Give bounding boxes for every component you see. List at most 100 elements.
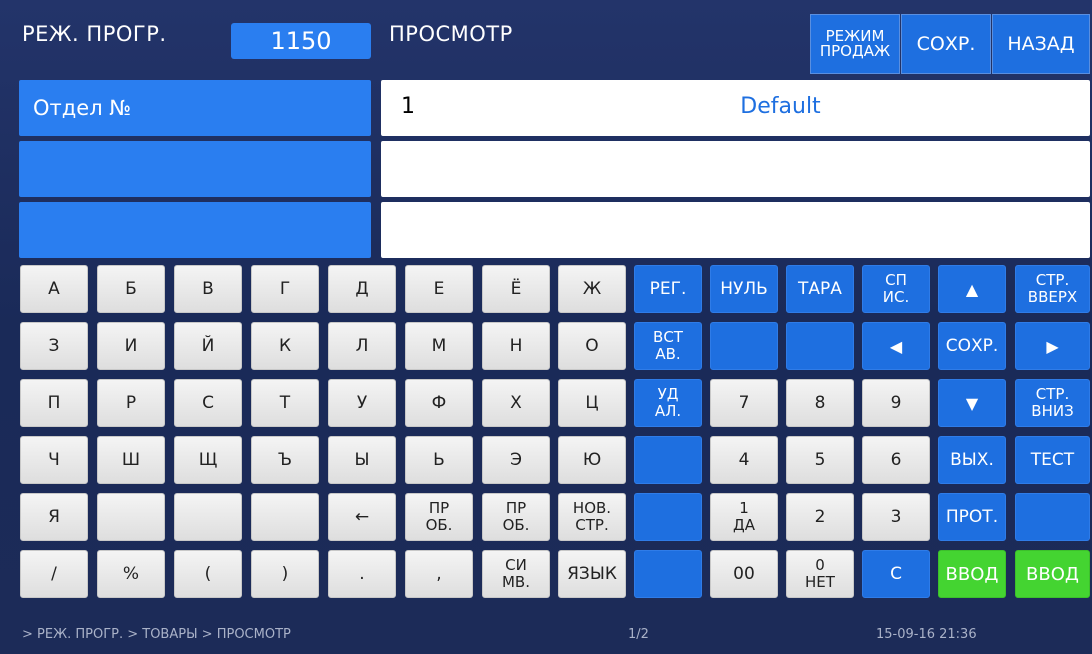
letter-key[interactable]: Е bbox=[405, 265, 473, 313]
list-button[interactable]: СП ИС. bbox=[862, 265, 930, 313]
letter-key[interactable]: Ш bbox=[97, 436, 165, 484]
letter-key[interactable]: % bbox=[97, 550, 165, 598]
back-button[interactable]: НАЗАД bbox=[992, 14, 1090, 74]
letter-key[interactable]: , bbox=[405, 550, 473, 598]
digit-9[interactable]: 9 bbox=[862, 379, 930, 427]
reg-button[interactable]: РЕГ. bbox=[634, 265, 702, 313]
letter-key[interactable]: / bbox=[20, 550, 88, 598]
letter-key[interactable]: ← bbox=[328, 493, 396, 541]
enter-button[interactable]: ВВОД bbox=[938, 550, 1006, 598]
blank-key[interactable] bbox=[174, 493, 242, 541]
page-up-button-label-1: СТР. bbox=[1035, 271, 1070, 289]
letter-key[interactable]: С bbox=[174, 379, 242, 427]
save-key[interactable]: СОХР. bbox=[938, 322, 1006, 370]
letter-key[interactable]: Я bbox=[20, 493, 88, 541]
blank-func-key[interactable] bbox=[634, 550, 702, 598]
blank-func-key[interactable] bbox=[786, 322, 854, 370]
letter-key[interactable]: ( bbox=[174, 550, 242, 598]
blank-key[interactable] bbox=[97, 493, 165, 541]
letter-key[interactable]: Н bbox=[482, 322, 550, 370]
letter-key[interactable]: Ц bbox=[558, 379, 626, 427]
letter-key[interactable]: М bbox=[405, 322, 473, 370]
blank-func-key[interactable] bbox=[634, 493, 702, 541]
letter-key[interactable]: Ч bbox=[20, 436, 88, 484]
letter-key[interactable]: ПР ОБ. bbox=[482, 493, 550, 541]
test-button[interactable]: ТЕСТ bbox=[1015, 436, 1090, 484]
letter-key[interactable]: К bbox=[251, 322, 319, 370]
page-down-button[interactable]: СТР. ВНИЗ bbox=[1015, 379, 1090, 427]
letter-key[interactable]: СИ МВ. bbox=[482, 550, 550, 598]
enter-button-2[interactable]: ВВОД bbox=[1015, 550, 1090, 598]
digit-6[interactable]: 6 bbox=[862, 436, 930, 484]
letter-key[interactable]: Т bbox=[251, 379, 319, 427]
arrow-right-icon[interactable]: ▶ bbox=[1015, 322, 1090, 370]
letter-key[interactable]: Д bbox=[328, 265, 396, 313]
delete-button[interactable]: УД АЛ. bbox=[634, 379, 702, 427]
letter-key[interactable]: НОВ. СТР. bbox=[558, 493, 626, 541]
letter-key[interactable]: Л bbox=[328, 322, 396, 370]
insert-button[interactable]: ВСТ АВ. bbox=[634, 322, 702, 370]
letter-key[interactable]: Ъ bbox=[251, 436, 319, 484]
zero-button[interactable]: НУЛЬ bbox=[710, 265, 778, 313]
blank-func-key[interactable] bbox=[634, 436, 702, 484]
digit-5[interactable]: 5 bbox=[786, 436, 854, 484]
letter-key[interactable]: ) bbox=[251, 550, 319, 598]
letter-key[interactable]: Ж bbox=[558, 265, 626, 313]
field-value-3[interactable] bbox=[381, 202, 1090, 258]
letter-key-label-1: ПР bbox=[505, 499, 527, 517]
tare-button[interactable]: ТАРА bbox=[786, 265, 854, 313]
letter-key[interactable]: В bbox=[174, 265, 242, 313]
blank-key[interactable] bbox=[251, 493, 319, 541]
field-value-2[interactable] bbox=[381, 141, 1090, 197]
save-button[interactable]: СОХР. bbox=[901, 14, 991, 74]
digit-7[interactable]: 7 bbox=[710, 379, 778, 427]
letter-key[interactable]: Й bbox=[174, 322, 242, 370]
letter-key[interactable]: Ь bbox=[405, 436, 473, 484]
digit-8[interactable]: 8 bbox=[786, 379, 854, 427]
letter-key[interactable]: З bbox=[20, 322, 88, 370]
page-up-button[interactable]: СТР. ВВЕРХ bbox=[1015, 265, 1090, 313]
dept-value-field[interactable]: 1 Default bbox=[381, 80, 1090, 136]
letter-key[interactable]: У bbox=[328, 379, 396, 427]
letter-key-label: Ю bbox=[582, 449, 602, 470]
digit-1-yes[interactable]: 1 ДА bbox=[710, 493, 778, 541]
clear-button[interactable]: C bbox=[862, 550, 930, 598]
letter-key[interactable]: Ю bbox=[558, 436, 626, 484]
letter-key[interactable]: ЯЗЫК bbox=[558, 550, 626, 598]
letter-key[interactable]: Б bbox=[97, 265, 165, 313]
letter-key[interactable]: О bbox=[558, 322, 626, 370]
letter-key[interactable]: ПР ОБ. bbox=[405, 493, 473, 541]
arrow-left-icon[interactable]: ◀ bbox=[862, 322, 930, 370]
letter-key[interactable]: Ы bbox=[328, 436, 396, 484]
letter-key[interactable]: Щ bbox=[174, 436, 242, 484]
letter-key[interactable]: Ф bbox=[405, 379, 473, 427]
sale-mode-button[interactable]: РЕЖИМ ПРОДАЖ bbox=[810, 14, 900, 74]
letter-key-label: Х bbox=[510, 392, 522, 413]
blank-func-key[interactable] bbox=[1015, 493, 1090, 541]
letter-key[interactable]: Г bbox=[251, 265, 319, 313]
letter-key-label: Г bbox=[279, 278, 291, 299]
letter-key-label: Д bbox=[355, 278, 369, 299]
letter-key[interactable]: И bbox=[97, 322, 165, 370]
letter-key[interactable]: П bbox=[20, 379, 88, 427]
letter-key[interactable]: Р bbox=[97, 379, 165, 427]
digit-3[interactable]: 3 bbox=[862, 493, 930, 541]
arrow-up-icon[interactable]: ▲ bbox=[938, 265, 1006, 313]
letter-key-label: Б bbox=[125, 278, 137, 299]
arrow-down-icon[interactable]: ▼ bbox=[938, 379, 1006, 427]
digit-2[interactable]: 2 bbox=[786, 493, 854, 541]
blank-func-key[interactable] bbox=[710, 322, 778, 370]
letter-key[interactable]: Э bbox=[482, 436, 550, 484]
prot-button[interactable]: ПРОТ. bbox=[938, 493, 1006, 541]
exit-button-label: ВЫХ. bbox=[950, 449, 994, 470]
letter-key-label: Т bbox=[279, 392, 291, 413]
digit-0-no[interactable]: 0 НЕТ bbox=[786, 550, 854, 598]
letter-key[interactable]: А bbox=[20, 265, 88, 313]
letter-key[interactable]: . bbox=[328, 550, 396, 598]
letter-key[interactable]: Х bbox=[482, 379, 550, 427]
letter-key[interactable]: Ё bbox=[482, 265, 550, 313]
exit-button[interactable]: ВЫХ. bbox=[938, 436, 1006, 484]
digit-00[interactable]: 00 bbox=[710, 550, 778, 598]
insert-button-label-1: ВСТ bbox=[653, 328, 683, 346]
digit-4[interactable]: 4 bbox=[710, 436, 778, 484]
